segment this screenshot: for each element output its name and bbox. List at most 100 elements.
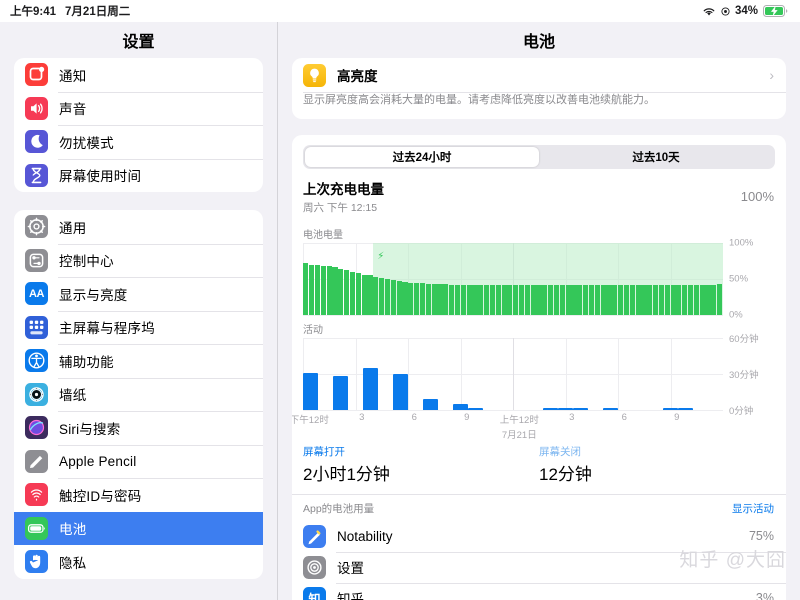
- sidebar-item-label: 声音: [59, 102, 87, 118]
- sidebar-item-墙纸[interactable]: 墙纸: [14, 377, 263, 412]
- bar: [705, 284, 711, 315]
- screen-off-label: 屏幕关闭: [539, 445, 581, 458]
- app-usage-row[interactable]: Notability 75%: [292, 521, 786, 552]
- bar: [670, 284, 676, 315]
- bar: [553, 284, 560, 315]
- bar: [699, 284, 705, 315]
- high-brightness-row[interactable]: 高亮度 ›: [292, 58, 786, 92]
- app-usage-row[interactable]: 设置: [292, 551, 786, 583]
- activity-chart: 活动 0分钟 30分钟 60分钟 下午12时 3 6 9 上午12时 7月21日 3 6 9: [292, 317, 786, 441]
- screen-on-value: 2小时1分钟: [303, 464, 390, 484]
- bar: [495, 284, 501, 315]
- sidebar-group-2: 通用控制中心 AA 显示与亮度 主屏幕与程序坞辅助功能墙纸 Siri与搜索 Apple P…: [14, 210, 263, 579]
- bar: [524, 284, 530, 315]
- bar: [408, 282, 414, 315]
- bar: [326, 265, 332, 315]
- bar: [693, 284, 699, 315]
- chevron-right-icon: ›: [769, 67, 774, 83]
- sidebar-scroll[interactable]: 通知声音勿扰模式屏幕使用时间 通用控制中心 AA 显示与亮度 主屏幕与程序坞辅助功能墙…: [0, 58, 277, 600]
- bar: [449, 284, 455, 315]
- sidebar-item-声音[interactable]: 声音: [14, 91, 263, 126]
- x-tick-label: 9: [464, 411, 470, 423]
- bar: [309, 264, 315, 315]
- bar: [577, 284, 583, 315]
- sidebar-item-电池[interactable]: 电池: [14, 511, 263, 545]
- sidebar-item-隐私[interactable]: 隐私: [14, 545, 263, 579]
- y-tick-label: 100%: [729, 237, 754, 249]
- bar: [606, 284, 612, 315]
- bar: [344, 270, 350, 315]
- zhihu-icon: 知: [303, 586, 326, 600]
- last-charge-text: 上次充电电量 周六 下午 12:15: [303, 178, 384, 215]
- sidebar-item-通知[interactable]: 通知: [14, 58, 263, 92]
- bar: [548, 284, 554, 315]
- bar: [676, 284, 682, 315]
- show-activity-link[interactable]: 显示活动: [732, 501, 774, 516]
- screen-on-label: 屏幕打开: [303, 445, 345, 458]
- bar: [530, 284, 536, 315]
- status-bar-left: 上午9:41 7月21日周二: [10, 3, 130, 19]
- sidebar-item-主屏幕与程序坞[interactable]: 主屏幕与程序坞: [14, 310, 263, 345]
- sidebar-item-label: 控制中心: [59, 254, 114, 270]
- bar: [338, 268, 344, 315]
- sidebar-item-label: 通用: [59, 220, 87, 236]
- sidebar-item-触控ID与密码[interactable]: 触控ID与密码: [14, 478, 263, 512]
- bar: [333, 376, 348, 410]
- home-screen-icon: [25, 315, 48, 339]
- battery-level-chart-area: ⚡ 0% 50% 100%: [303, 237, 775, 320]
- bar: [363, 367, 378, 410]
- x-tick-label: 6: [411, 411, 417, 423]
- bar: [472, 284, 478, 315]
- control-center-icon: [25, 248, 48, 272]
- bar: [501, 284, 507, 315]
- app-usage-list: Notability 75% 设置知 知乎 3%: [292, 521, 786, 600]
- time-range-segmented-control[interactable]: 过去24小时 过去10天: [303, 144, 775, 169]
- bar: [484, 284, 490, 315]
- sidebar-item-label: 屏幕使用时间: [59, 169, 142, 185]
- battery-level-chart-title: 电池电量: [303, 229, 343, 241]
- touchid-icon: [25, 483, 48, 507]
- segment-0[interactable]: 过去24小时: [305, 146, 539, 167]
- sidebar-item-label: 隐私: [59, 555, 87, 571]
- bar: [332, 267, 338, 315]
- y-tick-label: 30分钟: [729, 369, 759, 381]
- sidebar-item-显示与亮度[interactable]: AA 显示与亮度: [14, 277, 263, 311]
- bar: [390, 280, 396, 315]
- detail-scroll[interactable]: 高亮度 › 显示屏亮度高会消耗大量的电量。请考虑降低亮度以改善电池续航能力。 过…: [278, 58, 800, 600]
- sidebar-item-label: 触控ID与密码: [59, 488, 142, 504]
- bar: [618, 284, 624, 315]
- bar: [349, 271, 356, 315]
- sidebar-item-通用[interactable]: 通用: [14, 210, 263, 244]
- activity-plot: [303, 337, 723, 411]
- bar: [396, 281, 402, 315]
- sidebar-item-屏幕使用时间[interactable]: 屏幕使用时间: [14, 158, 263, 193]
- app-usage-row[interactable]: 知 知乎 3%: [292, 582, 786, 600]
- bar: [466, 284, 472, 315]
- settings-gear-icon: [303, 555, 326, 579]
- gridline: [303, 314, 723, 316]
- sidebar-item-控制中心[interactable]: 控制中心: [14, 243, 263, 278]
- app-battery-percent: 75%: [748, 529, 774, 544]
- bar: [542, 284, 548, 315]
- status-time: 上午9:41: [10, 6, 57, 18]
- bar: [402, 281, 408, 315]
- segment-1[interactable]: 过去10天: [539, 147, 773, 167]
- bar: [641, 284, 647, 315]
- bar: [513, 284, 519, 315]
- high-brightness-label: 高亮度: [337, 69, 378, 84]
- x-tick-label: 3: [569, 411, 575, 423]
- sidebar-item-辅助功能[interactable]: 辅助功能: [14, 344, 263, 378]
- screen-on-column: 屏幕打开 2小时1分钟: [303, 444, 539, 485]
- sidebar-item-Apple-Pencil[interactable]: Apple Pencil: [14, 444, 263, 479]
- sidebar-item-label: Apple Pencil: [59, 453, 137, 469]
- sidebar-title: 设置: [122, 34, 155, 51]
- sidebar-item-勿扰模式[interactable]: 勿扰模式: [14, 125, 263, 159]
- x-tick-label: 3: [359, 411, 365, 423]
- wallpaper-icon: [25, 382, 48, 406]
- last-charge-title: 上次充电电量: [303, 181, 384, 197]
- high-brightness-card: 高亮度 › 显示屏亮度高会消耗大量的电量。请考虑降低亮度以改善电池续航能力。: [292, 58, 786, 119]
- sidebar-item-Siri与搜索[interactable]: Siri与搜索: [14, 411, 263, 445]
- bar: [367, 275, 373, 315]
- sidebar-item-label: 勿扰模式: [59, 135, 114, 151]
- sidebar-item-label: 辅助功能: [59, 354, 114, 370]
